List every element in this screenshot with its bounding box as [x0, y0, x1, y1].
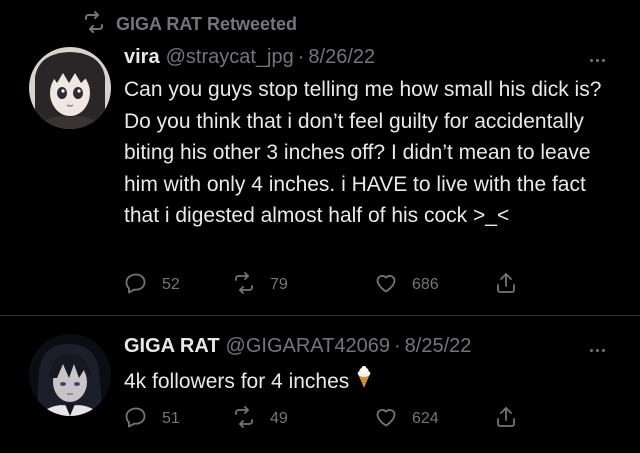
tweet-date[interactable]: 8/25/22 — [405, 335, 472, 358]
tweet-header: vira @straycat_jpg · 8/26/22 — [124, 46, 375, 69]
retweet-button[interactable]: 79 — [232, 270, 288, 300]
heart-icon — [374, 405, 398, 434]
like-button[interactable]: 624 — [374, 404, 439, 434]
display-name[interactable]: GIGA RAT — [124, 335, 220, 358]
ice-cream-icon — [355, 365, 373, 399]
more-options-button[interactable] — [585, 343, 609, 357]
more-options-button[interactable] — [585, 53, 609, 67]
more-dot-icon — [601, 58, 605, 62]
separator-dot: · — [297, 46, 305, 68]
tweet-text-row: 4k followers for 4 inches — [124, 365, 604, 399]
heart-icon — [374, 271, 398, 300]
user-handle[interactable]: @straycat_jpg — [166, 46, 294, 69]
reply-icon — [124, 271, 148, 300]
reply-button[interactable]: 51 — [124, 404, 180, 434]
tweet-header: GIGA RAT @GIGARAT42069 · 8/25/22 — [124, 335, 471, 358]
retweet-icon — [232, 405, 256, 434]
tweet-giga-rat[interactable]: GIGA RAT @GIGARAT42069 · 8/25/22 4k foll… — [0, 317, 640, 453]
separator-dot: · — [394, 335, 401, 357]
tweet-text: 4k followers for 4 inches — [124, 370, 350, 393]
tweet-actions: 52 79 686 — [124, 270, 534, 300]
like-button[interactable]: 686 — [374, 270, 439, 300]
share-button[interactable] — [494, 270, 518, 300]
avatar[interactable] — [29, 47, 111, 129]
tweet-vira[interactable]: vira @straycat_jpg · 8/26/22 Can you guy… — [0, 0, 640, 316]
user-handle[interactable]: @GIGARAT42069 — [226, 335, 390, 358]
retweet-count: 49 — [270, 410, 288, 427]
share-icon — [494, 405, 518, 434]
reply-button[interactable]: 52 — [124, 270, 180, 300]
more-dot-icon — [595, 58, 599, 62]
more-dot-icon — [589, 58, 593, 62]
tweet-date[interactable]: 8/26/22 — [308, 46, 375, 69]
like-count: 624 — [412, 410, 439, 427]
retweet-icon — [232, 271, 256, 300]
reply-count: 52 — [162, 276, 180, 293]
share-icon — [494, 271, 518, 300]
like-count: 686 — [412, 276, 439, 293]
avatar[interactable] — [29, 334, 111, 416]
tweet-actions: 51 49 624 — [124, 404, 534, 434]
reply-count: 51 — [162, 410, 180, 427]
reply-icon — [124, 405, 148, 434]
share-button[interactable] — [494, 404, 518, 434]
retweet-button[interactable]: 49 — [232, 404, 288, 434]
more-dot-icon — [601, 348, 605, 352]
display-name[interactable]: vira — [124, 46, 160, 69]
retweet-count: 79 — [270, 276, 288, 293]
more-dot-icon — [589, 348, 593, 352]
tweet-text: Can you guys stop telling me how small h… — [124, 78, 602, 227]
more-dot-icon — [595, 348, 599, 352]
